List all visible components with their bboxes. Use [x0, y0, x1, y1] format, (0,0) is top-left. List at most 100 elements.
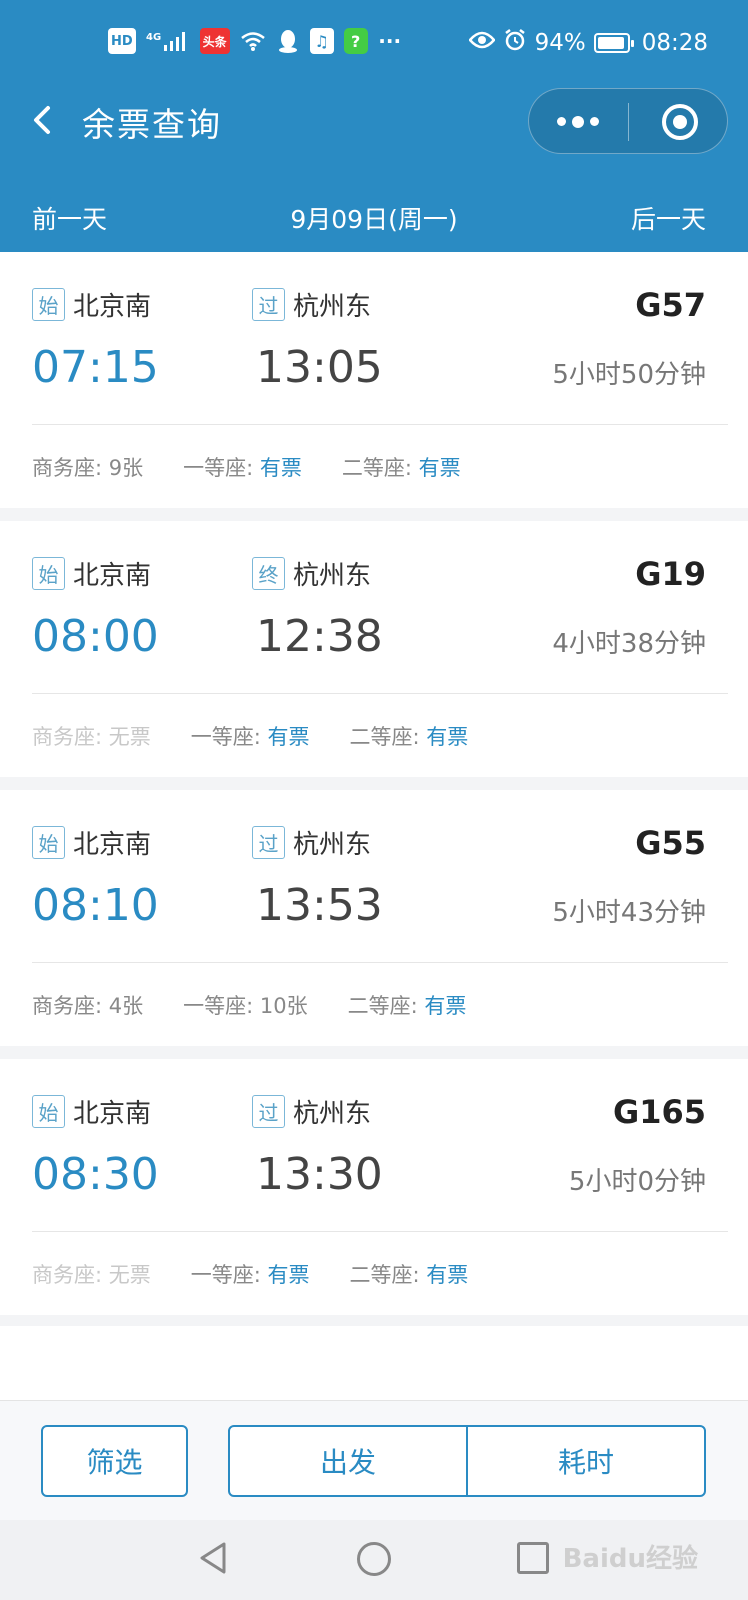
- from-station: 始 北京南: [32, 1093, 151, 1130]
- origin-tag: 始: [32, 288, 65, 321]
- seat-class-label: 一等座:: [183, 994, 260, 1018]
- seat-status: 有票: [267, 725, 310, 749]
- system-recents-button[interactable]: [517, 1542, 549, 1574]
- seat-status: 有票: [259, 456, 302, 480]
- pass-or-terminal-tag: 终: [252, 557, 285, 590]
- card-divider: [32, 424, 728, 425]
- seat-status: 有票: [426, 725, 469, 749]
- seat-class-label: 一等座:: [190, 725, 268, 749]
- train-card-partial[interactable]: [0, 1326, 748, 1406]
- train-number: G55: [635, 824, 706, 862]
- to-station: 过 杭州东: [252, 824, 371, 861]
- train-card[interactable]: 始 北京南 过 杭州东 G55 08:10 13:53 5小时43分钟 商务座:…: [0, 790, 748, 1046]
- system-nav-bar: Baidu经验: [0, 1520, 748, 1600]
- train-card[interactable]: 始 北京南 终 杭州东 G19 08:00 12:38 4小时38分钟 商务座:…: [0, 521, 748, 777]
- seat-class: 二等座: 有票: [348, 990, 467, 1020]
- status-left-icons: HD 4G 头条 ♫ ? ···: [108, 28, 402, 54]
- sort-by-duration-button[interactable]: 耗时: [466, 1427, 704, 1495]
- seat-class-label: 商务座:: [32, 456, 109, 480]
- seat-class: 二等座: 有票: [342, 452, 461, 482]
- status-bar: HD 4G 头条 ♫ ? ··· 94% 08:28: [0, 24, 748, 64]
- app-header: HD 4G 头条 ♫ ? ··· 94% 08:28 余票查询 9月09日(周一…: [0, 0, 748, 252]
- more-menu-button[interactable]: [557, 115, 599, 128]
- depart-time: 08:30: [32, 1149, 159, 1200]
- wifi-icon: [240, 28, 266, 54]
- train-card[interactable]: 始 北京南 过 杭州东 G165 08:30 13:30 5小时0分钟 商务座:…: [0, 1059, 748, 1315]
- seat-class: 商务座: 9张: [32, 452, 143, 482]
- card-divider: [32, 962, 728, 963]
- date-bar: 9月09日(周一) 前一天 后一天: [0, 200, 748, 240]
- to-station: 终 杭州东: [252, 555, 371, 592]
- seat-status: 有票: [418, 456, 461, 480]
- seat-availability: 商务座: 4张 一等座: 10张 二等座: 有票: [32, 990, 506, 1020]
- bottom-toolbar: 筛选 出发 耗时: [0, 1400, 748, 1520]
- seat-class-label: 商务座:: [32, 725, 109, 749]
- pass-or-terminal-tag: 过: [252, 826, 285, 859]
- depart-time: 07:15: [32, 342, 159, 393]
- seat-availability: 商务座: 无票 一等座: 有票 二等座: 有票: [32, 1259, 508, 1289]
- seat-class-label: 二等座:: [349, 1263, 427, 1287]
- prev-day-button[interactable]: 前一天: [32, 200, 107, 236]
- system-back-button[interactable]: [196, 1538, 232, 1578]
- filter-button[interactable]: 筛选: [41, 1425, 188, 1497]
- seat-class-label: 一等座:: [190, 1263, 268, 1287]
- seat-availability: 商务座: 9张 一等座: 有票 二等座: 有票: [32, 452, 501, 482]
- clock: 08:28: [641, 30, 708, 56]
- from-station-name: 北京南: [73, 292, 152, 322]
- seat-class-label: 二等座:: [341, 456, 419, 480]
- close-miniprogram-button[interactable]: [662, 104, 698, 140]
- battery-percent: 94%: [534, 30, 586, 56]
- origin-tag: 始: [32, 1095, 65, 1128]
- status-right-icons: 94% 08:28: [467, 28, 708, 58]
- system-home-button[interactable]: [357, 1542, 391, 1576]
- more-notifications-icon: ···: [378, 29, 402, 53]
- pass-or-terminal-tag: 过: [252, 288, 285, 321]
- seat-status: 有票: [426, 1263, 469, 1287]
- hd-icon: HD: [108, 28, 136, 54]
- battery-icon: [593, 33, 634, 53]
- train-number: G19: [635, 555, 706, 593]
- from-station-name: 北京南: [73, 1099, 152, 1129]
- seat-status: 有票: [424, 994, 467, 1018]
- to-station: 过 杭州东: [252, 1093, 371, 1130]
- next-day-button[interactable]: 后一天: [631, 200, 706, 236]
- seat-class-label: 一等座:: [183, 456, 260, 480]
- seat-status: 无票: [108, 725, 151, 749]
- seat-status: 9张: [108, 456, 144, 480]
- capsule-divider: [628, 103, 629, 141]
- pass-or-terminal-tag: 过: [252, 1095, 285, 1128]
- seat-class: 二等座: 有票: [350, 721, 469, 751]
- triangle-back-icon: [200, 1542, 226, 1574]
- seat-class: 商务座: 4张: [32, 990, 143, 1020]
- sort-by-depart-button[interactable]: 出发: [230, 1427, 466, 1495]
- seat-class-label: 商务座:: [32, 1263, 109, 1287]
- seat-class-label: 二等座:: [349, 725, 427, 749]
- train-card[interactable]: 始 北京南 过 杭州东 G57 07:15 13:05 5小时50分钟 商务座:…: [0, 252, 748, 508]
- back-button[interactable]: [24, 96, 64, 144]
- to-station-name: 杭州东: [293, 830, 372, 860]
- arrive-time: 13:05: [256, 342, 383, 393]
- network-type-label: 4G: [146, 32, 161, 43]
- travel-duration: 4小时38分钟: [552, 629, 706, 659]
- alarm-icon: [503, 28, 527, 58]
- page-title: 余票查询: [82, 105, 222, 144]
- from-station: 始 北京南: [32, 824, 151, 861]
- seat-class: 一等座: 有票: [191, 1259, 310, 1289]
- seat-status: 4张: [108, 994, 144, 1018]
- music-app-icon: ♫: [309, 28, 334, 54]
- train-number: G165: [612, 1093, 706, 1131]
- nav-bar: 余票查询: [0, 84, 748, 156]
- seat-class-label: 二等座:: [347, 994, 425, 1018]
- signal-icon: 4G: [146, 28, 190, 54]
- battery-level-fill: [597, 37, 625, 49]
- miniprogram-capsule: [528, 88, 728, 154]
- chevron-left-icon: [34, 106, 50, 134]
- sort-segmented-control: 出发 耗时: [228, 1425, 706, 1497]
- arrive-time: 13:30: [256, 1149, 383, 1200]
- from-station: 始 北京南: [32, 555, 151, 592]
- from-station-name: 北京南: [73, 830, 152, 860]
- train-number: G57: [635, 286, 706, 324]
- travel-duration: 5小时0分钟: [568, 1167, 706, 1197]
- travel-duration: 5小时43分钟: [552, 898, 706, 928]
- baidu-watermark: Baidu经验: [562, 1544, 698, 1574]
